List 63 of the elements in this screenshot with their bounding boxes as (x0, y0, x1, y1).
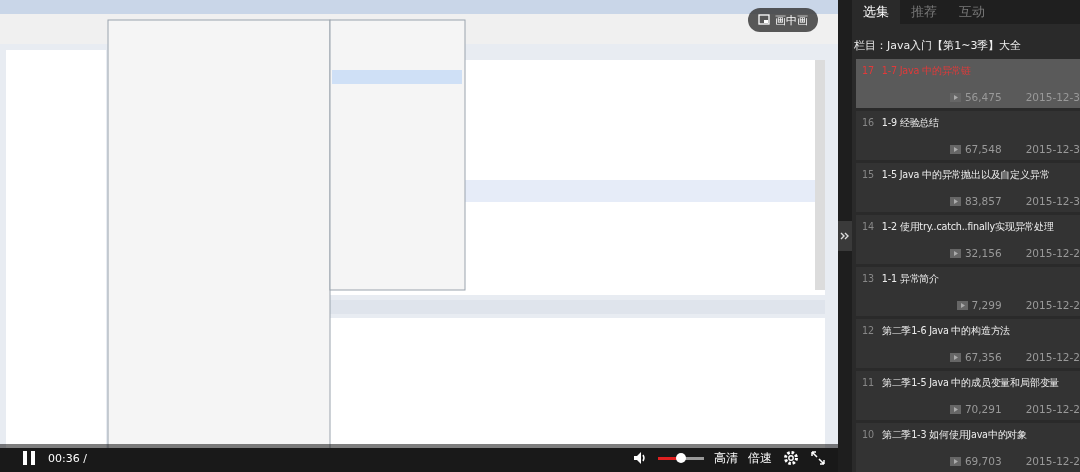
play-count-icon (949, 352, 961, 362)
play-count: 67,356 (964, 351, 1002, 363)
episode-item[interactable]: 15 1-5 Java 中的异常抛出以及自定义异常 83,857 2015-12-3 (856, 163, 1080, 212)
episode-date: 2015-12-2 (1025, 403, 1080, 415)
episode-number: 10 (862, 429, 874, 442)
episode-item[interactable]: 14 1-2 使用try..catch..finally实现异常处理 32,156 2015-12-2 (856, 215, 1080, 264)
episode-date: 2015-12-3 (1025, 143, 1080, 155)
settings-icon[interactable] (782, 449, 800, 467)
picture-in-picture-icon (758, 14, 770, 26)
playback-time: 00:36 / (48, 451, 87, 465)
episode-number: 11 (862, 377, 874, 390)
episode-item[interactable]: 10 第二季1-3 如何使用Java中的对象 69,703 2015-12-2 (856, 423, 1080, 472)
play-count: 70,291 (964, 403, 1002, 415)
picture-in-picture-button[interactable]: 画中画 (748, 8, 818, 32)
play-count-icon (949, 404, 961, 414)
episode-number: 17 (862, 65, 874, 78)
episode-date: 2015-12-2 (1025, 247, 1080, 259)
episode-number: 16 (862, 117, 874, 130)
episode-number: 12 (862, 325, 874, 338)
episode-title: 第二季1-6 Java 中的构造方法 (881, 325, 1011, 338)
collapse-button[interactable] (838, 221, 852, 251)
play-count: 32,156 (964, 247, 1002, 259)
volume-slider[interactable] (658, 456, 704, 460)
play-count-icon (956, 300, 968, 310)
episode-date: 2015-12-3 (1025, 195, 1080, 207)
episode-item[interactable]: 12 第二季1-6 Java 中的构造方法 67,356 2015-12-2 (856, 319, 1080, 368)
double-chevron-icon (840, 231, 850, 241)
fullscreen-icon[interactable] (810, 450, 826, 466)
play-count-icon (949, 144, 961, 154)
episode-item[interactable]: 13 1-1 异常简介 7,299 2015-12-2 (856, 267, 1080, 316)
play-count-icon (949, 196, 961, 206)
play-count: 7,299 (971, 299, 1002, 311)
speed-button[interactable]: 倍速 (748, 449, 772, 467)
episode-title: 第二季1-3 如何使用Java中的对象 (881, 429, 1027, 442)
episode-date: 2015-12-2 (1025, 299, 1080, 311)
episode-number: 13 (862, 273, 874, 286)
episode-title: 1-9 经验总结 (881, 117, 939, 130)
episode-title: 1-7 Java 中的异常链 (881, 65, 972, 78)
episode-date: 2015-12-2 (1025, 455, 1080, 467)
episode-date: 2015-12-3 (1025, 91, 1080, 103)
episode-item[interactable]: 16 1-9 经验总结 67,548 2015-12-3 (856, 111, 1080, 160)
episode-title: 1-5 Java 中的异常抛出以及自定义异常 (881, 169, 1050, 182)
episode-title: 1-2 使用try..catch..finally实现异常处理 (881, 221, 1054, 234)
pause-button[interactable] (20, 448, 38, 468)
episode-date: 2015-12-2 (1025, 351, 1080, 363)
volume-icon[interactable] (632, 450, 648, 466)
play-count: 69,703 (964, 455, 1002, 467)
play-count: 56,475 (964, 91, 1002, 103)
episode-number: 15 (862, 169, 874, 182)
tab[interactable]: 互动 (948, 0, 996, 24)
episode-number: 14 (862, 221, 874, 234)
quality-button[interactable]: 高清 (714, 449, 738, 467)
tab[interactable]: 选集 (852, 0, 900, 24)
tab[interactable]: 推荐 (900, 0, 948, 24)
play-count: 83,857 (964, 195, 1002, 207)
episode-title: 1-1 异常简介 (881, 273, 939, 286)
play-count-icon (949, 248, 961, 258)
episode-item[interactable]: 11 第二季1-5 Java 中的成员变量和局部变量 70,291 2015-12-2 (856, 371, 1080, 420)
play-count: 67,548 (964, 143, 1002, 155)
episode-title: 第二季1-5 Java 中的成员变量和局部变量 (881, 377, 1060, 390)
play-count-icon (949, 92, 961, 102)
column-title: 栏目：Java入门【第1~3季】大全 (853, 38, 1023, 54)
play-count-icon (949, 456, 961, 466)
